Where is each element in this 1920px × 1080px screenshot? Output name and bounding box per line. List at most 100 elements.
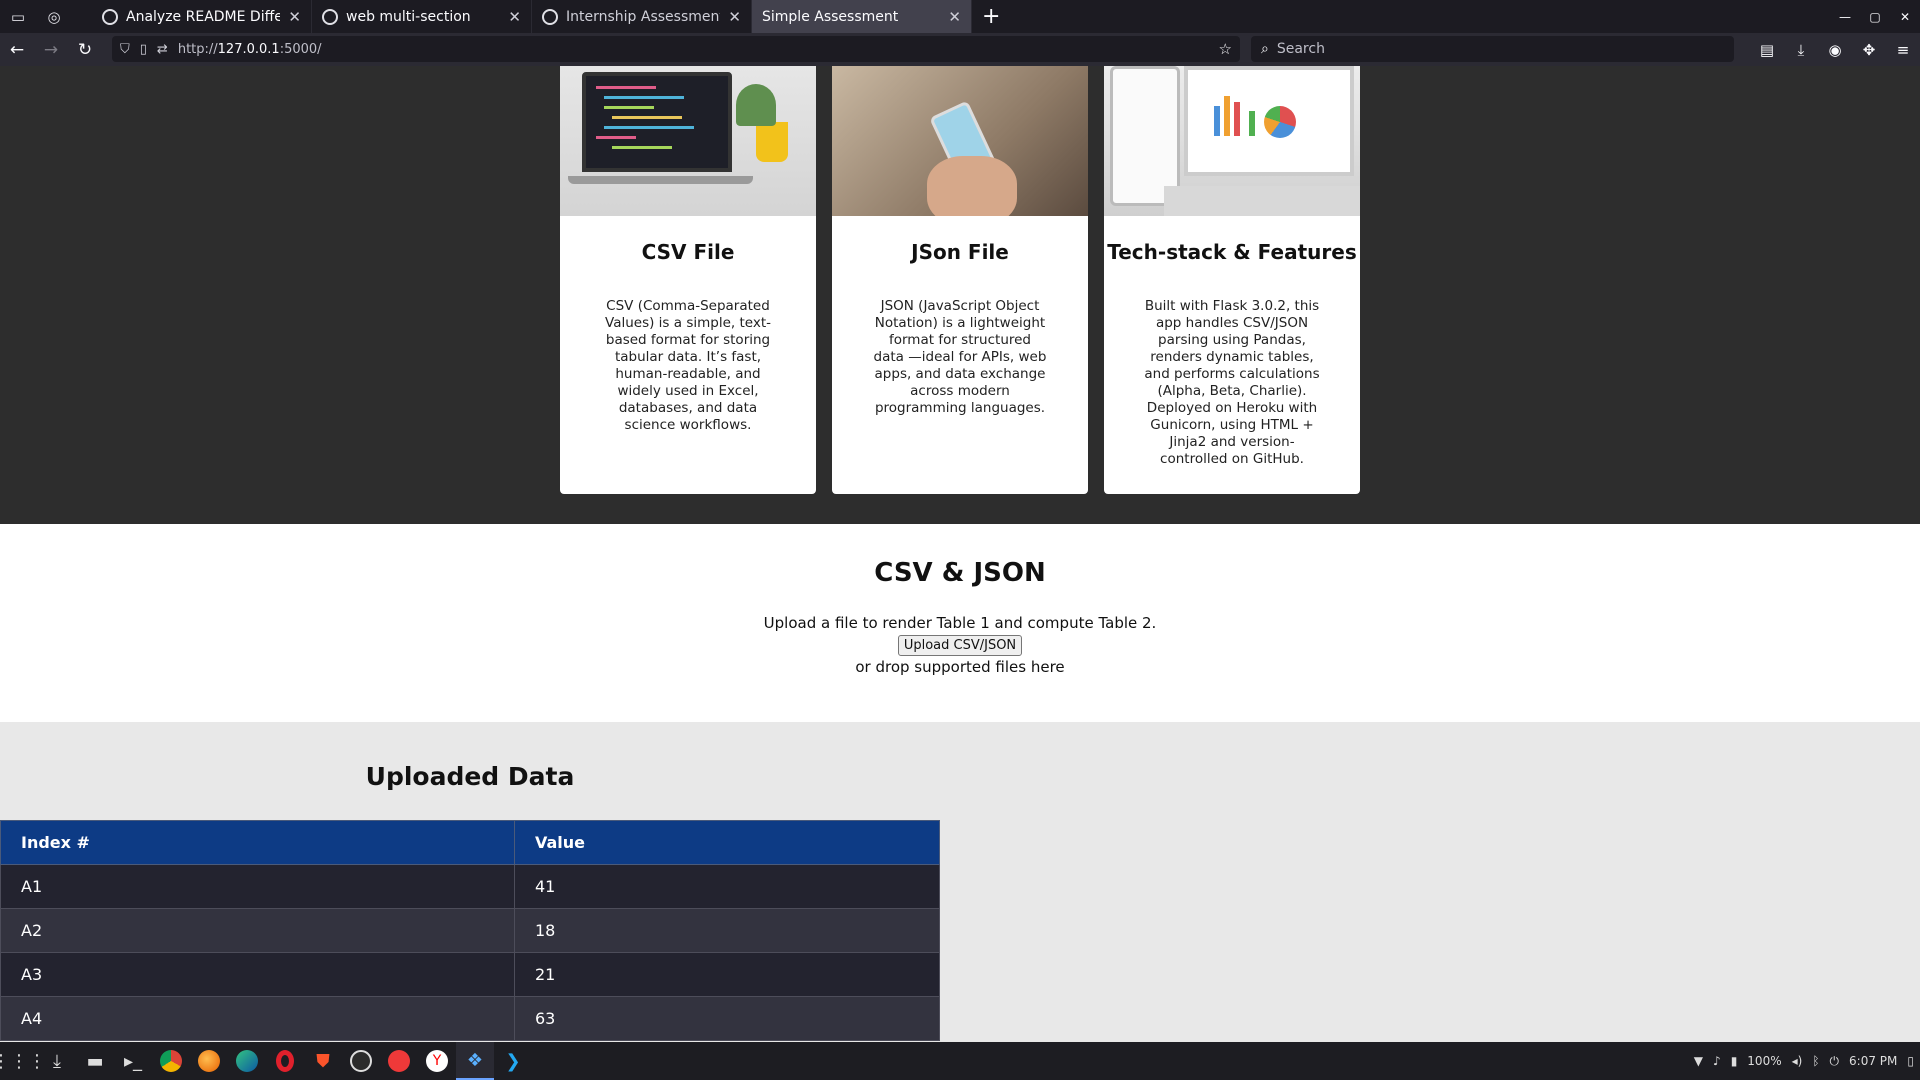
url-prefix: http:// [177, 41, 218, 57]
table-cell: A3 [0, 952, 515, 997]
close-window-icon[interactable]: ✕ [1890, 0, 1920, 33]
data-table-title: Uploaded Data [365, 762, 575, 791]
uploaded-data-section: Uploaded Data Index # Value A1 41 A2 18 … [0, 722, 1920, 1042]
card-text: JSON (JavaScript Object Notation) is a l… [873, 298, 1047, 416]
permissions-icon[interactable]: ⇄ [157, 42, 168, 57]
phone-hand-image [832, 66, 1088, 216]
power-icon[interactable]: ⏻ [1830, 1054, 1840, 1069]
os-taskbar: ⋮⋮⋮ ⤓ ▬ ▸_ ⛊ Y ❖ ❯ ▼ ♪ ▮ 100% ◂) ᛒ ⏻ 6:0… [0, 1042, 1920, 1080]
upload-button[interactable]: Upload CSV/JSON [897, 635, 1023, 656]
table-cell: 63 [514, 996, 940, 1041]
notification-icon[interactable]: ♪ [1713, 1054, 1721, 1068]
upload-description: Upload a file to render Table 1 and comp… [763, 614, 1157, 632]
wifi-icon[interactable]: ▼ [1694, 1054, 1703, 1068]
tab-simple-assessment[interactable]: Simple Assessment ✕ [752, 0, 972, 33]
close-tab-icon[interactable]: ✕ [728, 8, 741, 26]
upload-section: CSV & JSON Upload a file to render Table… [0, 524, 1920, 722]
table-cell: 21 [514, 952, 940, 997]
toolbar-right: ▤ ⤓ ◉ ✥ ≡ [1750, 33, 1920, 66]
search-placeholder: Search [1276, 41, 1325, 57]
tab-label: Simple Assessment [762, 8, 899, 25]
forward-button[interactable]: → [34, 33, 68, 66]
table-row: A4 63 [0, 996, 940, 1041]
file-manager-icon[interactable]: ▬ [76, 1042, 114, 1080]
page-icon[interactable]: ▯ [140, 42, 147, 57]
search-icon: ⌕ [1261, 41, 1269, 57]
chrome-icon[interactable] [152, 1042, 190, 1080]
tab-favicon [102, 8, 118, 25]
tab-analyze-readme[interactable]: Analyze README Differences ✕ [92, 0, 312, 33]
table-row: A1 41 [0, 864, 940, 909]
card-csv: CSV File CSV (Comma-Separated Values) is… [560, 66, 816, 494]
sidebar-icon[interactable]: ▤ [1750, 33, 1784, 66]
close-tab-icon[interactable]: ✕ [948, 8, 961, 26]
tab-label: Internship Assessment Analy [566, 8, 721, 25]
show-desktop-icon[interactable]: ▯ [1907, 1054, 1914, 1068]
bookmark-star-icon[interactable]: ☆ [1219, 40, 1232, 58]
pinned-tab-icon[interactable]: ◎ [36, 0, 72, 33]
uploaded-data-table: Index # Value A1 41 A2 18 A3 21 A4 63 [0, 820, 940, 1041]
edge-icon[interactable] [228, 1042, 266, 1080]
tab-web-multi-section[interactable]: web multi-section ✕ [312, 0, 532, 33]
card-title: CSV File [641, 240, 735, 264]
brave-icon[interactable]: ⛊ [304, 1042, 342, 1080]
back-button[interactable]: ← [0, 33, 34, 66]
card-text: CSV (Comma-Separated Values) is a simple… [605, 298, 771, 433]
table-row: A3 21 [0, 952, 940, 997]
table-header-row: Index # Value [0, 820, 940, 865]
tab-label: Analyze README Differences [126, 8, 281, 25]
table-cell: A1 [0, 864, 515, 909]
app-launcher-icon[interactable]: ⋮⋮⋮ [0, 1042, 46, 1080]
clock[interactable]: 6:07 PM [1849, 1054, 1897, 1068]
tab-label: web multi-section [346, 8, 471, 25]
cards-section: CSV File CSV (Comma-Separated Values) is… [0, 66, 1920, 524]
account-icon[interactable]: ◉ [1818, 33, 1852, 66]
card-title: JSon File [911, 240, 1009, 264]
new-tab-button[interactable]: + [972, 0, 1010, 33]
reload-button[interactable]: ↻ [68, 33, 102, 66]
tab-favicon [542, 8, 558, 25]
browser-tab-bar: ▭ ◎ Analyze README Differences ✕ web mul… [0, 0, 1920, 33]
yandex-icon[interactable]: Y [418, 1042, 456, 1080]
bluetooth-icon[interactable]: ᛒ [1812, 1054, 1819, 1068]
table-row: A2 18 [0, 908, 940, 953]
menu-icon[interactable]: ≡ [1886, 33, 1920, 66]
close-tab-icon[interactable]: ✕ [288, 8, 301, 26]
tab-favicon [322, 8, 338, 25]
table-cell: A2 [0, 908, 515, 953]
upload-title: CSV & JSON [874, 558, 1046, 588]
shield-icon[interactable]: ⛉ [120, 42, 130, 57]
table-cell: A4 [0, 996, 515, 1041]
search-input[interactable]: ⌕ Search [1251, 36, 1734, 62]
url-rest: :5000/ [279, 41, 322, 57]
active-app-icon[interactable]: ❖ [456, 1042, 494, 1080]
vivaldi-icon[interactable] [342, 1042, 380, 1080]
vscode-icon[interactable]: ❯ [494, 1042, 532, 1080]
downloads-app-icon[interactable]: ⤓ [38, 1042, 76, 1080]
opera-icon[interactable] [266, 1042, 304, 1080]
downloads-icon[interactable]: ⤓ [1784, 33, 1818, 66]
firefox-icon[interactable] [190, 1042, 228, 1080]
table-cell: 18 [514, 908, 940, 953]
minimize-icon[interactable]: — [1830, 0, 1860, 33]
address-bar[interactable]: ⛉ ▯ ⇄ http://127.0.0.1:5000/ ☆ [112, 36, 1240, 62]
maximize-icon[interactable]: ▢ [1860, 0, 1890, 33]
battery-percentage: 100% [1747, 1054, 1782, 1068]
page-content: CSV File CSV (Comma-Separated Values) is… [0, 66, 1920, 1042]
close-tab-icon[interactable]: ✕ [508, 8, 521, 26]
drop-zone-text[interactable]: or drop supported files here [0, 658, 1920, 676]
system-tray: ▼ ♪ ▮ 100% ◂) ᛒ ⏻ 6:07 PM ▯ [1684, 1042, 1914, 1080]
volume-icon[interactable]: ◂) [1792, 1054, 1803, 1068]
card-tech-stack: Tech-stack & Features Built with Flask 3… [1104, 66, 1360, 494]
terminal-icon[interactable]: ▸_ [114, 1042, 152, 1080]
card-json: JSon File JSON (JavaScript Object Notati… [832, 66, 1088, 494]
tab-overview-icon[interactable]: ▭ [0, 0, 36, 33]
battery-icon[interactable]: ▮ [1731, 1054, 1738, 1068]
tab-internship-assessment[interactable]: Internship Assessment Analy ✕ [532, 0, 752, 33]
extensions-icon[interactable]: ✥ [1852, 33, 1886, 66]
browser-nav-bar: ← → ↻ ⛉ ▯ ⇄ http://127.0.0.1:5000/ ☆ ⌕ S… [0, 33, 1920, 66]
laptop-charts-image [1104, 66, 1360, 216]
url-host: 127.0.0.1 [217, 41, 280, 57]
card-title: Tech-stack & Features [1107, 240, 1357, 264]
vivaldi-red-icon[interactable] [380, 1042, 418, 1080]
